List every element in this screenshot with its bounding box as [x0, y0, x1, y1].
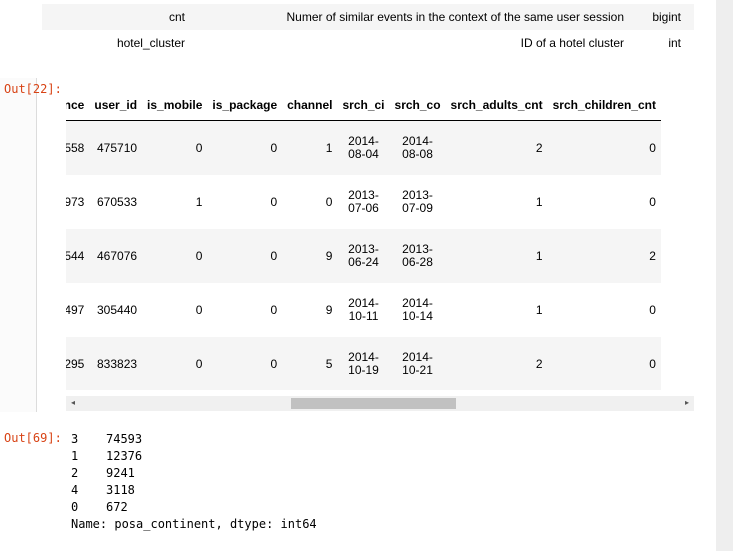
output-prompt-69: Out[69]:	[4, 431, 62, 445]
table-cell: 0	[547, 120, 661, 175]
dataframe-header-row: ance user_id is_mobile is_package channe…	[66, 90, 661, 121]
table-cell: 0	[142, 120, 208, 175]
table-cell: 2	[445, 120, 548, 175]
scrollbar-thumb[interactable]	[291, 398, 456, 409]
table-cell: 670533	[97, 195, 138, 209]
table-row: 3295 833823 0 0 5 2014-10-19 2014-10-21 …	[66, 337, 661, 390]
series-line: 4 3118	[71, 482, 317, 499]
series-index: 2	[71, 466, 79, 480]
series-value: 12376	[106, 449, 143, 463]
dataframe-output[interactable]: ance user_id is_mobile is_package channe…	[66, 90, 694, 390]
table-cell: 0	[270, 303, 278, 317]
table-cell: 1	[282, 120, 338, 175]
table-cell: 5	[282, 337, 338, 390]
series-value: 9241	[106, 466, 135, 480]
schema-column-description: Numer of similar events in the context o…	[286, 10, 624, 24]
table-cell: 467076	[89, 229, 143, 283]
output-cell-collapser[interactable]	[0, 78, 37, 412]
table-cell: 0	[547, 337, 661, 390]
table-cell: 2013-06-28	[389, 229, 446, 283]
table-cell: 0	[142, 337, 208, 390]
table-cell: 0	[649, 303, 656, 317]
table-cell: 1	[535, 303, 543, 317]
table-cell: 0	[195, 303, 203, 317]
series-value: 672	[106, 500, 128, 514]
column-header: is_package	[207, 90, 283, 121]
table-cell: 305440	[97, 303, 138, 317]
table-cell: 1497	[66, 303, 85, 317]
table-cell: 2013-07-06	[348, 188, 379, 215]
table-cell: 2013-07-09	[402, 188, 433, 215]
scroll-left-arrow-icon[interactable]: ◂	[71, 398, 75, 407]
output-prompt-22: Out[22]:	[4, 82, 62, 96]
table-cell: 9	[325, 303, 333, 317]
table-cell: 1	[445, 229, 548, 283]
schema-row: hotel_cluster ID of a hotel cluster int	[42, 30, 694, 56]
schema-column-name: hotel_cluster	[116, 36, 185, 50]
series-output: 3 74593 1 12376 2 9241 4 3118 0 672 Name: pos…	[71, 431, 317, 533]
table-cell: 2014-10-21	[389, 337, 446, 390]
table-cell: 833823	[89, 337, 143, 390]
table-cell: 0	[207, 229, 283, 283]
table-cell: 0	[270, 195, 278, 209]
column-header: srch_ci	[337, 90, 390, 121]
series-line: 2 9241	[71, 465, 317, 482]
table-cell: 2013-06-24	[337, 229, 390, 283]
series-line: 0 672	[71, 499, 317, 516]
column-header: srch_co	[389, 90, 446, 121]
table-cell: 7558	[66, 120, 90, 175]
table-cell: 2	[445, 337, 548, 390]
column-header: is_mobile	[142, 90, 208, 121]
schema-column-description: ID of a hotel cluster	[520, 36, 624, 50]
table-cell: 1973	[66, 195, 85, 209]
column-header: ance	[66, 90, 90, 121]
column-header: srch_adults_cnt	[445, 90, 548, 121]
series-index: 0	[71, 500, 79, 514]
series-footer: Name: posa_continent, dtype: int64	[71, 517, 317, 531]
scroll-right-arrow-icon[interactable]: ▸	[685, 398, 689, 407]
series-index: 3	[71, 432, 79, 446]
table-cell: 0	[325, 195, 333, 209]
table-cell: 2014-10-14	[402, 296, 433, 323]
dataframe-table: ance user_id is_mobile is_package channe…	[66, 90, 661, 390]
table-cell: 1	[195, 195, 203, 209]
table-cell: 2014-10-19	[337, 337, 390, 390]
schema-column-type: int	[668, 36, 681, 50]
table-cell: 2014-08-04	[337, 120, 390, 175]
table-cell: 1	[535, 195, 543, 209]
table-cell: 0	[207, 337, 283, 390]
schema-column-type: bigint	[652, 10, 681, 24]
horizontal-scrollbar[interactable]: ◂ ▸	[66, 396, 694, 411]
column-header: user_id	[89, 90, 143, 121]
table-cell: 0	[649, 195, 656, 209]
table-row: 1497 305440 0 0 9 2014-10-11 2014-10-14 …	[66, 283, 661, 337]
table-cell: 2014-08-08	[389, 120, 446, 175]
column-header: channel	[282, 90, 338, 121]
table-cell: 2	[547, 229, 661, 283]
table-row: 1973 670533 1 0 0 2013-07-06 2013-07-09 …	[66, 175, 661, 229]
series-index: 1	[71, 449, 79, 463]
table-row: 7558 475710 0 0 1 2014-08-04 2014-08-08 …	[66, 120, 661, 175]
column-header: srch_children_cnt	[547, 90, 661, 121]
schema-row: cnt Numer of similar events in the conte…	[42, 4, 694, 30]
schema-column-name: cnt	[168, 10, 185, 24]
table-row: 5544 467076 0 0 9 2013-06-24 2013-06-28 …	[66, 229, 661, 283]
series-value: 74593	[106, 432, 143, 446]
table-cell: 2014-10-11	[348, 296, 379, 323]
series-line: 1 12376	[71, 448, 317, 465]
right-gutter	[716, 0, 733, 551]
table-cell: 475710	[89, 120, 143, 175]
table-cell: 0	[142, 229, 208, 283]
table-cell: 9	[282, 229, 338, 283]
series-value: 3118	[106, 483, 135, 497]
table-cell: 5544	[66, 229, 90, 283]
table-cell: 0	[207, 120, 283, 175]
series-index: 4	[71, 483, 79, 497]
table-cell: 3295	[66, 337, 90, 390]
series-line: 3 74593	[71, 431, 317, 448]
